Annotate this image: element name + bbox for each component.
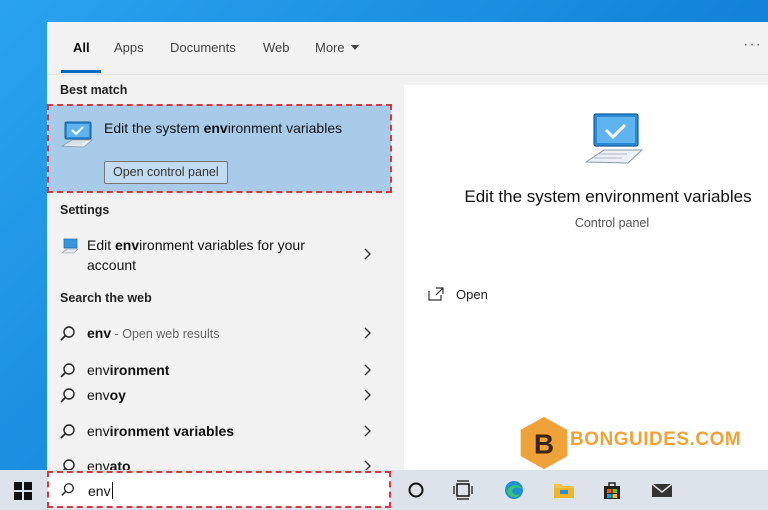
best-match-item[interactable]: Edit the system environment variables Op… <box>47 104 392 193</box>
web-result-label: env - Open web results <box>87 323 347 344</box>
settings-item-label: Edit environment variables for your acco… <box>87 235 337 275</box>
search-tabs: All Apps Documents Web More ··· <box>47 22 768 75</box>
best-match-title-highlight: env <box>203 120 228 136</box>
preview-header: Edit the system environment variables Co… <box>404 85 768 264</box>
open-action-label: Open <box>456 287 488 302</box>
web-suggestion-label: environment variables <box>87 421 347 441</box>
web-result-query: env <box>87 325 112 341</box>
edge-icon[interactable] <box>503 480 525 500</box>
open-external-icon <box>428 287 444 301</box>
preview-subtitle: Control panel <box>574 216 650 230</box>
web-suggestion-item[interactable]: environment variables <box>47 421 387 443</box>
settings-item-highlight: env <box>115 237 140 253</box>
settings-monitor-icon <box>61 238 79 254</box>
web-suggestion-label: envato <box>87 456 347 470</box>
active-tab-indicator <box>61 70 101 73</box>
suggestion-typed: env <box>87 387 110 403</box>
suggestion-typed: env <box>87 362 110 378</box>
settings-item-start: Edit <box>87 237 116 253</box>
chevron-right-icon <box>364 389 371 401</box>
chevron-right-icon <box>364 248 371 260</box>
chevron-down-icon <box>350 45 359 50</box>
web-suggestion-item[interactable]: envato <box>47 456 387 470</box>
suggestion-typed: env <box>87 458 110 470</box>
best-match-title: Edit the system environment variables <box>104 118 344 138</box>
chevron-right-icon <box>364 364 371 376</box>
tab-more[interactable]: More <box>315 40 359 55</box>
control-panel-monitor-icon <box>60 121 94 148</box>
search-icon <box>60 388 75 403</box>
web-suggestion-label: environment <box>87 360 347 380</box>
suggestion-completion: ironment <box>109 362 170 378</box>
taskbar-search-input[interactable]: env <box>47 471 391 508</box>
task-view-icon[interactable] <box>452 480 474 500</box>
web-suggestion-item[interactable]: envoy <box>47 385 387 407</box>
web-suggestion-label: envoy <box>87 385 347 405</box>
search-icon <box>61 483 74 496</box>
suggestion-typed: env <box>87 423 110 439</box>
text-cursor <box>111 482 113 499</box>
chevron-right-icon <box>364 327 371 339</box>
open-control-panel-button[interactable]: Open control panel <box>104 161 228 184</box>
cortana-icon[interactable] <box>405 480 427 500</box>
settings-item[interactable]: Edit environment variables for your acco… <box>47 235 387 277</box>
suggestion-completion: ironment variables <box>109 423 235 439</box>
search-query-text: env <box>88 483 111 499</box>
web-result-item[interactable]: env - Open web results <box>47 323 387 345</box>
file-explorer-icon[interactable] <box>553 480 575 500</box>
svg-text:B: B <box>534 428 554 459</box>
control-panel-monitor-icon <box>584 113 644 164</box>
preview-pane: Edit the system environment variables Co… <box>404 85 768 470</box>
tab-more-label: More <box>315 40 345 55</box>
tab-all[interactable]: All <box>73 40 90 55</box>
web-result-sub: - Open web results <box>111 327 220 341</box>
suggestion-completion: oy <box>109 387 126 403</box>
microsoft-store-icon[interactable] <box>601 480 623 500</box>
watermark: B BONGUIDES.COM <box>470 415 741 475</box>
settings-heading: Settings <box>60 203 110 217</box>
best-match-title-start: Edit the system <box>104 120 204 136</box>
web-suggestion-item[interactable]: environment <box>47 360 387 382</box>
search-icon <box>60 326 75 341</box>
results-list: Best match Edit the system environment v… <box>47 75 403 470</box>
best-match-title-end: ironment variables <box>227 120 343 136</box>
tab-documents[interactable]: Documents <box>170 40 236 55</box>
search-web-heading: Search the web <box>60 291 152 305</box>
watermark-logo: B <box>520 416 568 470</box>
tab-web[interactable]: Web <box>263 40 290 55</box>
search-icon <box>60 424 75 439</box>
tab-apps[interactable]: Apps <box>114 40 144 55</box>
mail-icon[interactable] <box>651 480 673 500</box>
watermark-text: BONGUIDES.COM <box>570 429 742 450</box>
preview-title: Edit the system environment variables <box>464 187 752 206</box>
chevron-right-icon <box>364 460 371 470</box>
suggestion-completion: ato <box>109 458 131 470</box>
chevron-right-icon <box>364 425 371 437</box>
search-panel: All Apps Documents Web More ··· Best mat… <box>47 22 768 470</box>
best-match-heading: Best match <box>60 83 128 97</box>
windows-start-icon[interactable] <box>14 482 32 500</box>
search-query: env <box>88 482 113 499</box>
search-icon <box>60 363 75 378</box>
more-options-icon[interactable]: ··· <box>743 36 762 54</box>
search-icon <box>62 459 75 470</box>
taskbar: env <box>0 470 768 510</box>
